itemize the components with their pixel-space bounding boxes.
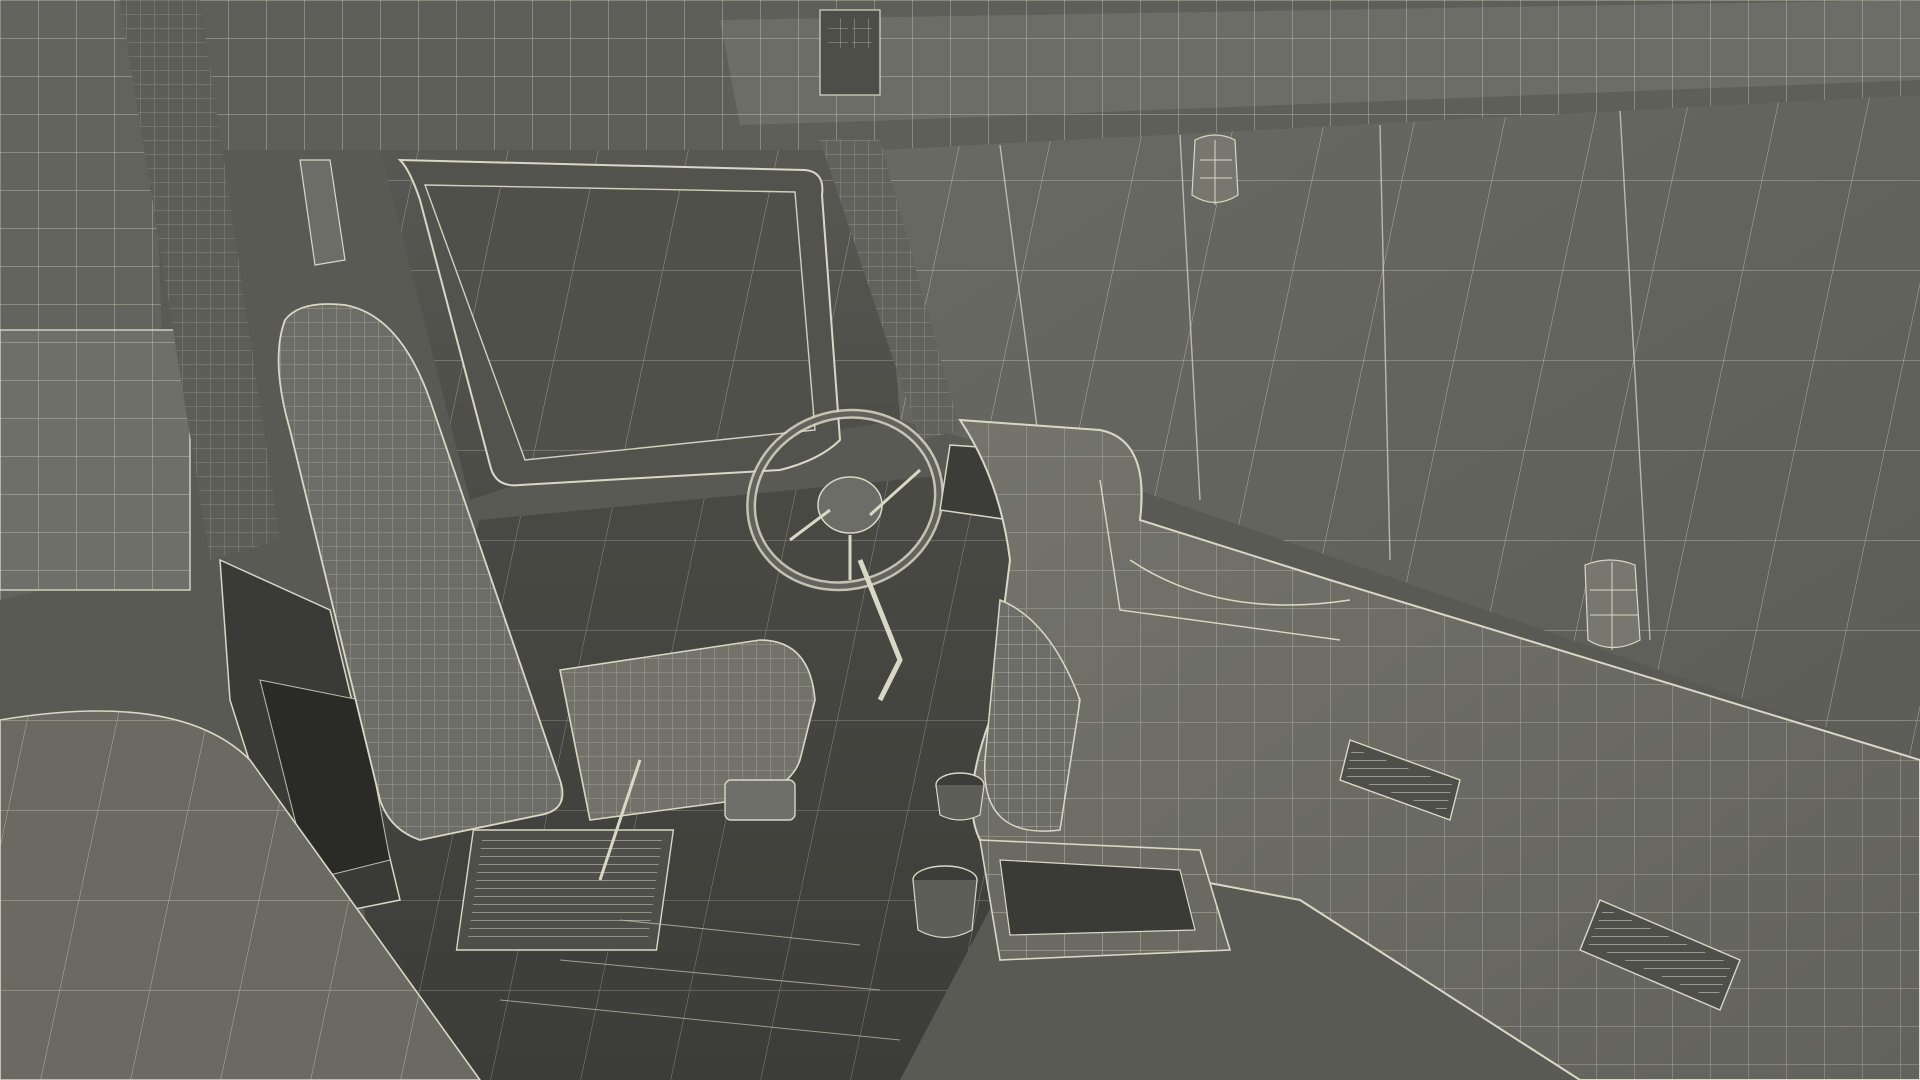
- interior-lamp-lower: [1584, 559, 1641, 650]
- render-viewport: [0, 0, 1920, 1080]
- interior-lamp-upper: [1191, 134, 1239, 205]
- glovebox: [979, 839, 1232, 961]
- wireframe-render: [0, 0, 1920, 1080]
- cup-holder-upper: [935, 772, 985, 821]
- cup-holder-lower: [912, 865, 978, 939]
